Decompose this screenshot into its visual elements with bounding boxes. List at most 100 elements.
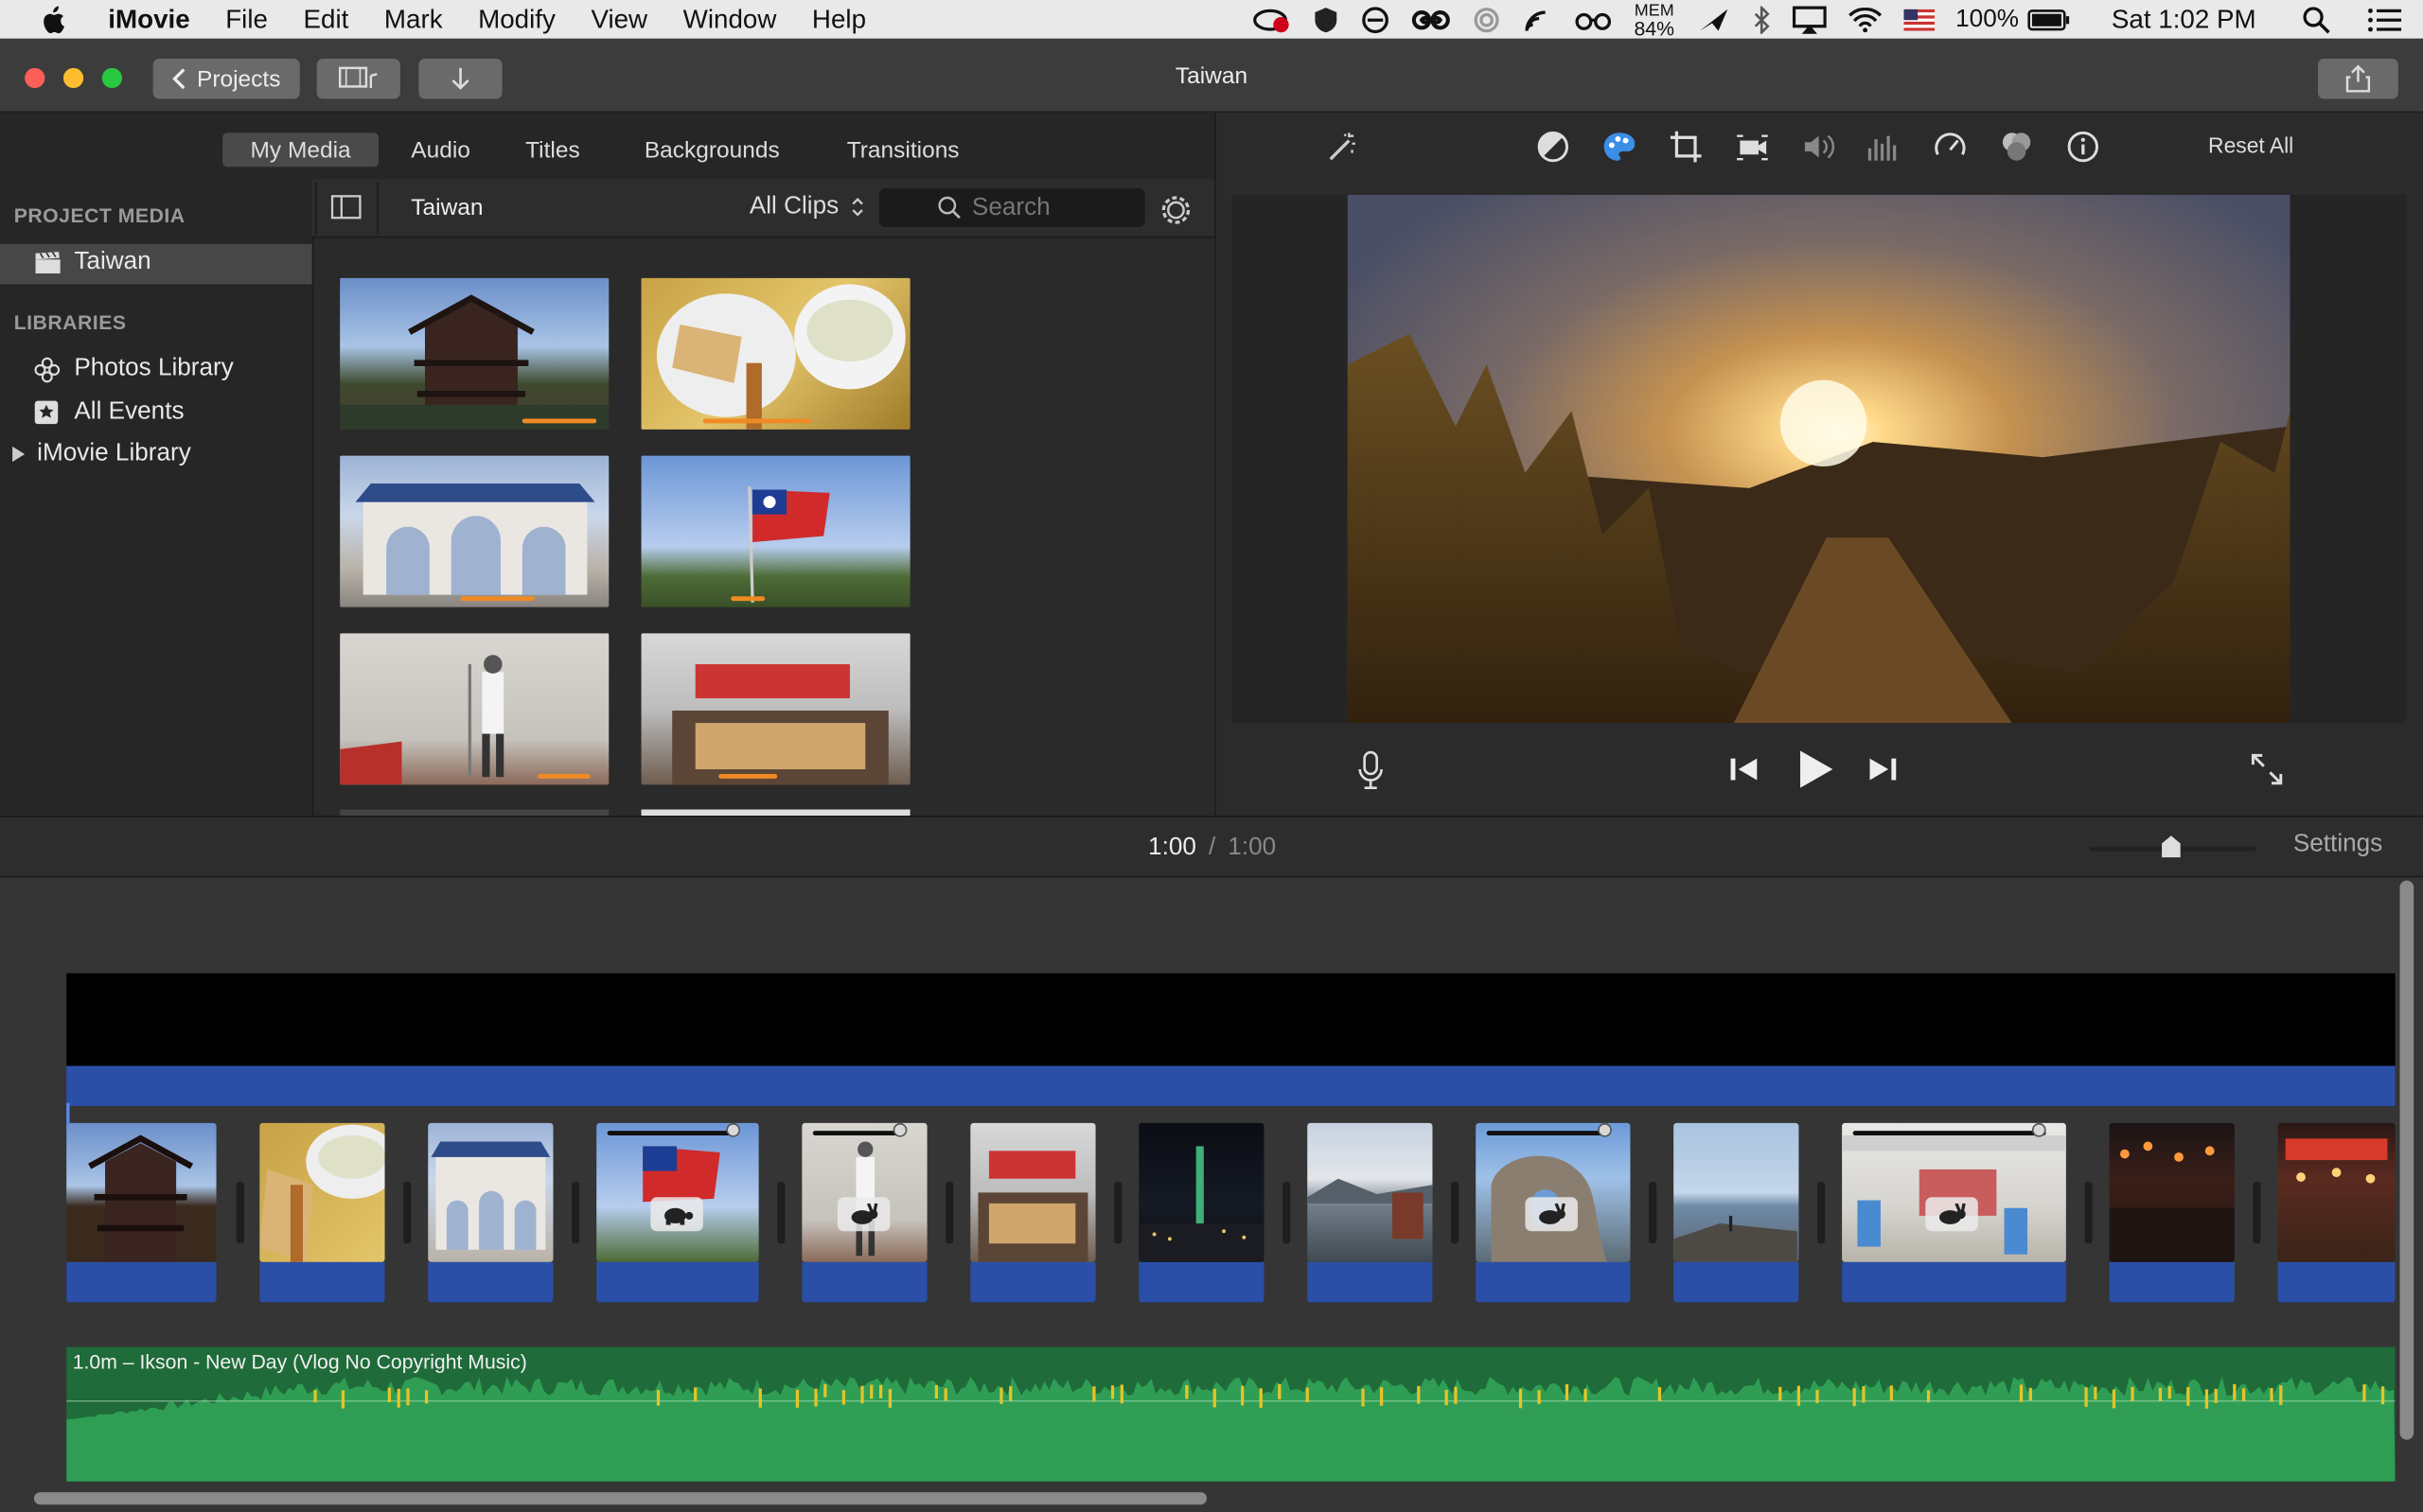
timeline-clip-audio[interactable] (2109, 1261, 2235, 1303)
sidebar-toggle-icon[interactable] (330, 195, 362, 227)
timeline-clip-audio[interactable] (1476, 1261, 1631, 1303)
media-thumbnail[interactable] (641, 455, 911, 607)
timeline-clip-audio[interactable] (1842, 1261, 2066, 1303)
timeline-clip-audio[interactable] (970, 1261, 1096, 1303)
horizontal-scrollbar[interactable] (33, 1492, 1208, 1505)
timeline-clip[interactable] (1307, 1122, 1433, 1262)
wand-icon[interactable] (1324, 130, 1358, 164)
speed-slider[interactable] (1852, 1131, 2046, 1135)
clock[interactable]: Sat 1:02 PM (2112, 4, 2256, 35)
turtle-slow-icon[interactable] (650, 1197, 703, 1232)
video-preview[interactable] (1347, 194, 2290, 724)
rabbit-fast-icon[interactable] (1525, 1197, 1578, 1232)
infinity-icon[interactable] (1411, 9, 1451, 30)
media-thumbnail[interactable] (641, 277, 911, 430)
speed-slider-knob[interactable] (1598, 1122, 1612, 1137)
share-button[interactable] (2317, 59, 2398, 99)
spotlight-search-icon[interactable] (2303, 6, 2330, 33)
menu-help[interactable]: Help (812, 4, 866, 35)
background-track[interactable] (66, 973, 2396, 1066)
app-menu[interactable]: iMovie (108, 4, 189, 35)
airplay-icon[interactable] (1792, 5, 1827, 34)
menu-window[interactable]: Window (683, 4, 777, 35)
signal-icon[interactable] (1523, 6, 1554, 33)
settings-button[interactable]: Settings (2293, 831, 2382, 858)
rabbit-fast-icon[interactable] (1925, 1197, 1978, 1232)
timeline-clip[interactable] (802, 1122, 928, 1262)
sidebar-item-photos-library[interactable]: Photos Library (34, 356, 234, 383)
timeline-clip[interactable] (428, 1122, 554, 1262)
transition-marker[interactable] (1114, 1181, 1123, 1244)
apple-icon[interactable] (40, 5, 64, 33)
transition-marker[interactable] (1816, 1181, 1826, 1244)
gear-icon[interactable] (1158, 193, 1193, 235)
timeline-clip[interactable] (1139, 1122, 1265, 1262)
speed-slider-knob[interactable] (2031, 1122, 2046, 1137)
tab-my-media[interactable]: My Media (222, 132, 380, 167)
equalizer-icon[interactable] (1866, 130, 1901, 164)
arrow-icon[interactable] (1696, 6, 1730, 33)
menu-file[interactable]: File (225, 4, 268, 35)
timeline-clip[interactable] (1673, 1122, 1799, 1262)
sidebar-item-imovie-library[interactable]: iMovie Library (12, 440, 191, 467)
color-correction-icon[interactable] (1601, 130, 1636, 164)
volume-icon[interactable] (1802, 130, 1836, 164)
transition-marker[interactable] (946, 1181, 954, 1244)
timeline-clip[interactable] (2109, 1122, 2235, 1262)
transition-marker[interactable] (777, 1181, 786, 1244)
timeline-clip-audio[interactable] (802, 1261, 928, 1303)
timeline-clip-audio[interactable] (1139, 1261, 1265, 1303)
play-icon[interactable] (1795, 747, 1835, 799)
microphone-icon[interactable] (1356, 750, 1384, 799)
speed-slider-knob[interactable] (893, 1122, 908, 1137)
menu-view[interactable]: View (591, 4, 647, 35)
media-thumbnail[interactable] (641, 633, 911, 785)
search-input[interactable]: Search (878, 188, 1145, 227)
timeline-clip-audio[interactable] (2277, 1261, 2396, 1303)
speed-icon[interactable] (1933, 130, 1967, 164)
timeline-clip-audio[interactable] (259, 1261, 385, 1303)
transition-marker[interactable] (403, 1181, 412, 1244)
zoom-slider-thumb[interactable] (2160, 835, 2182, 867)
skip-forward-icon[interactable] (1866, 755, 1898, 791)
bluetooth-icon[interactable] (1752, 5, 1771, 34)
timeline-clip[interactable] (1842, 1122, 2066, 1262)
tab-titles[interactable]: Titles (498, 132, 608, 167)
tab-backgrounds[interactable]: Backgrounds (616, 132, 807, 167)
speed-slider-knob[interactable] (726, 1122, 741, 1137)
timeline-clip-audio[interactable] (1673, 1261, 1799, 1303)
tab-transitions[interactable]: Transitions (819, 132, 987, 167)
timeline-clip[interactable] (1476, 1122, 1631, 1262)
stabilization-icon[interactable] (1735, 130, 1769, 164)
speed-slider[interactable] (607, 1131, 739, 1135)
background-track-audio[interactable] (66, 1065, 2396, 1106)
reset-all-button[interactable]: Reset All (2208, 132, 2293, 157)
battery-icon[interactable] (2028, 9, 2072, 30)
speed-slider[interactable] (812, 1131, 906, 1135)
clip-filter-select[interactable]: All Clips (750, 193, 865, 220)
disclosure-triangle-icon[interactable] (12, 446, 26, 463)
timeline-clip[interactable] (596, 1122, 759, 1262)
timeline-clip[interactable] (2277, 1122, 2396, 1262)
timeline-clip[interactable] (970, 1122, 1096, 1262)
glasses-icon[interactable] (1575, 9, 1612, 30)
spiral-icon[interactable] (1474, 6, 1501, 33)
memory-indicator[interactable]: MEM 84% (1635, 2, 1675, 38)
timeline-clip-audio[interactable] (66, 1261, 217, 1303)
transition-marker[interactable] (2084, 1181, 2093, 1244)
no-entry-icon[interactable] (1362, 6, 1389, 33)
wifi-icon[interactable] (1848, 7, 1882, 32)
flag-icon[interactable] (1902, 8, 1935, 30)
transition-marker[interactable] (1649, 1181, 1657, 1244)
color-balance-icon[interactable] (1536, 130, 1570, 164)
sidebar-item-all-events[interactable]: All Events (34, 398, 185, 426)
menu-edit[interactable]: Edit (304, 4, 349, 35)
menu-mark[interactable]: Mark (384, 4, 443, 35)
speed-slider[interactable] (1486, 1131, 1611, 1135)
fullscreen-icon[interactable] (2250, 752, 2284, 794)
info-icon[interactable] (2066, 130, 2100, 164)
media-thumbnail[interactable] (340, 633, 610, 785)
crop-icon[interactable] (1669, 130, 1703, 164)
transition-marker[interactable] (572, 1181, 580, 1244)
shield-icon[interactable] (1313, 6, 1340, 33)
